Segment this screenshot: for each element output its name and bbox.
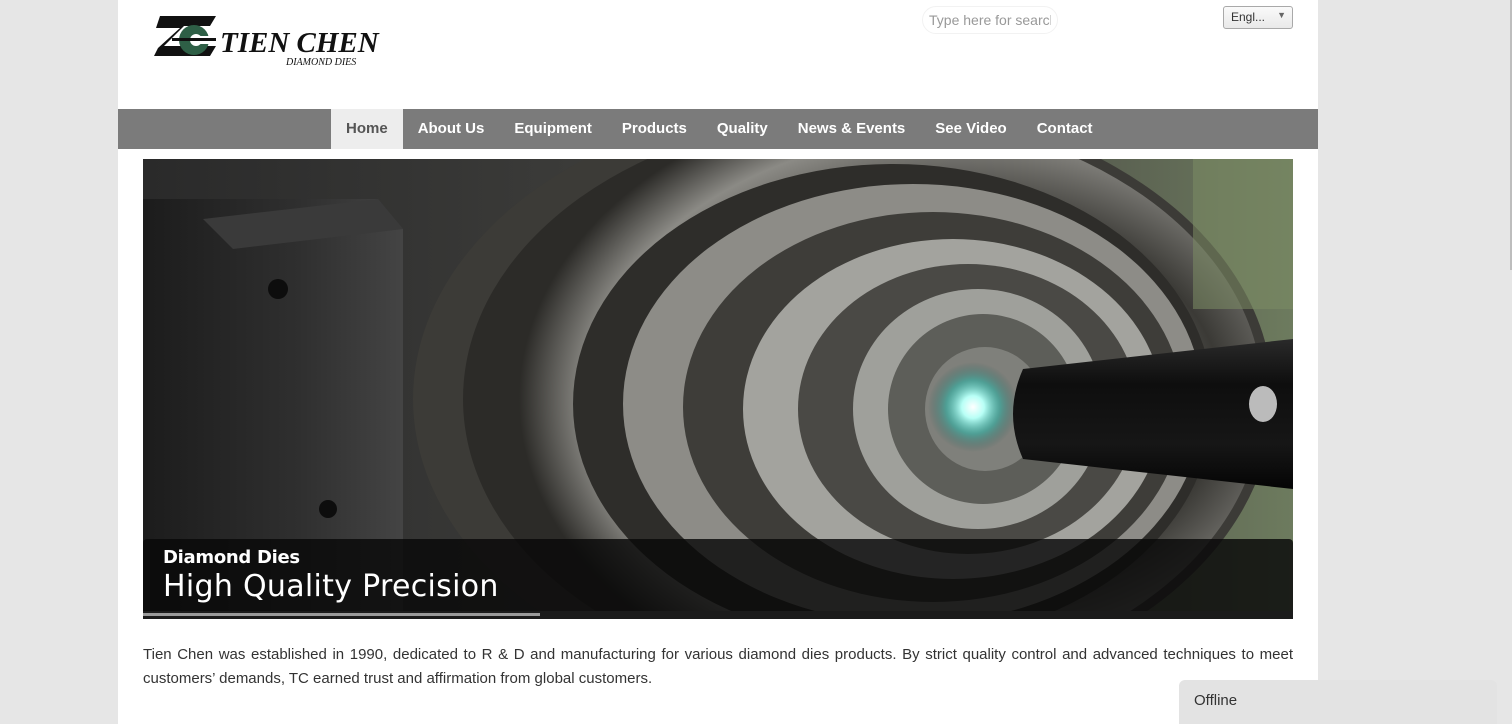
slide-progress-bar (143, 611, 1293, 619)
main-nav: Home About Us Equipment Products Quality… (118, 109, 1318, 149)
slide-caption: Diamond Dies High Quality Precision (143, 539, 1293, 611)
nav-item-see-video[interactable]: See Video (920, 109, 1021, 149)
search-input[interactable] (923, 7, 1057, 33)
slide-progress-fill (143, 613, 540, 616)
logo-text: TIEN CHEN (220, 27, 380, 59)
nav-item-quality[interactable]: Quality (702, 109, 783, 149)
page-container: TIEN CHEN DIAMOND DIES Engl... ▼ Home Ab… (118, 0, 1318, 724)
language-select[interactable]: Engl... ▼ (1223, 6, 1293, 29)
search-box[interactable] (922, 6, 1058, 34)
slide-caption-subtitle: Diamond Dies (163, 547, 300, 568)
intro-paragraph: Tien Chen was established in 1990, dedic… (143, 646, 1293, 687)
nav-item-about-us[interactable]: About Us (403, 109, 500, 149)
chevron-down-icon: ▼ (1277, 10, 1286, 20)
chat-status-label: Offline (1194, 692, 1238, 709)
slide-caption-title: High Quality Precision (163, 569, 499, 604)
nav-item-home[interactable]: Home (331, 109, 403, 149)
nav-item-news-events[interactable]: News & Events (783, 109, 921, 149)
logo-subtitle: DIAMOND DIES (285, 57, 356, 68)
nav-item-equipment[interactable]: Equipment (499, 109, 607, 149)
nav-item-contact[interactable]: Contact (1022, 109, 1108, 149)
nav-item-products[interactable]: Products (607, 109, 702, 149)
chat-widget[interactable]: Offline (1179, 680, 1497, 724)
language-selected-value: Engl... (1231, 10, 1266, 24)
tien-chen-logo[interactable]: TIEN CHEN DIAMOND DIES (154, 14, 382, 70)
hero-slider[interactable]: Diamond Dies High Quality Precision (143, 159, 1293, 619)
